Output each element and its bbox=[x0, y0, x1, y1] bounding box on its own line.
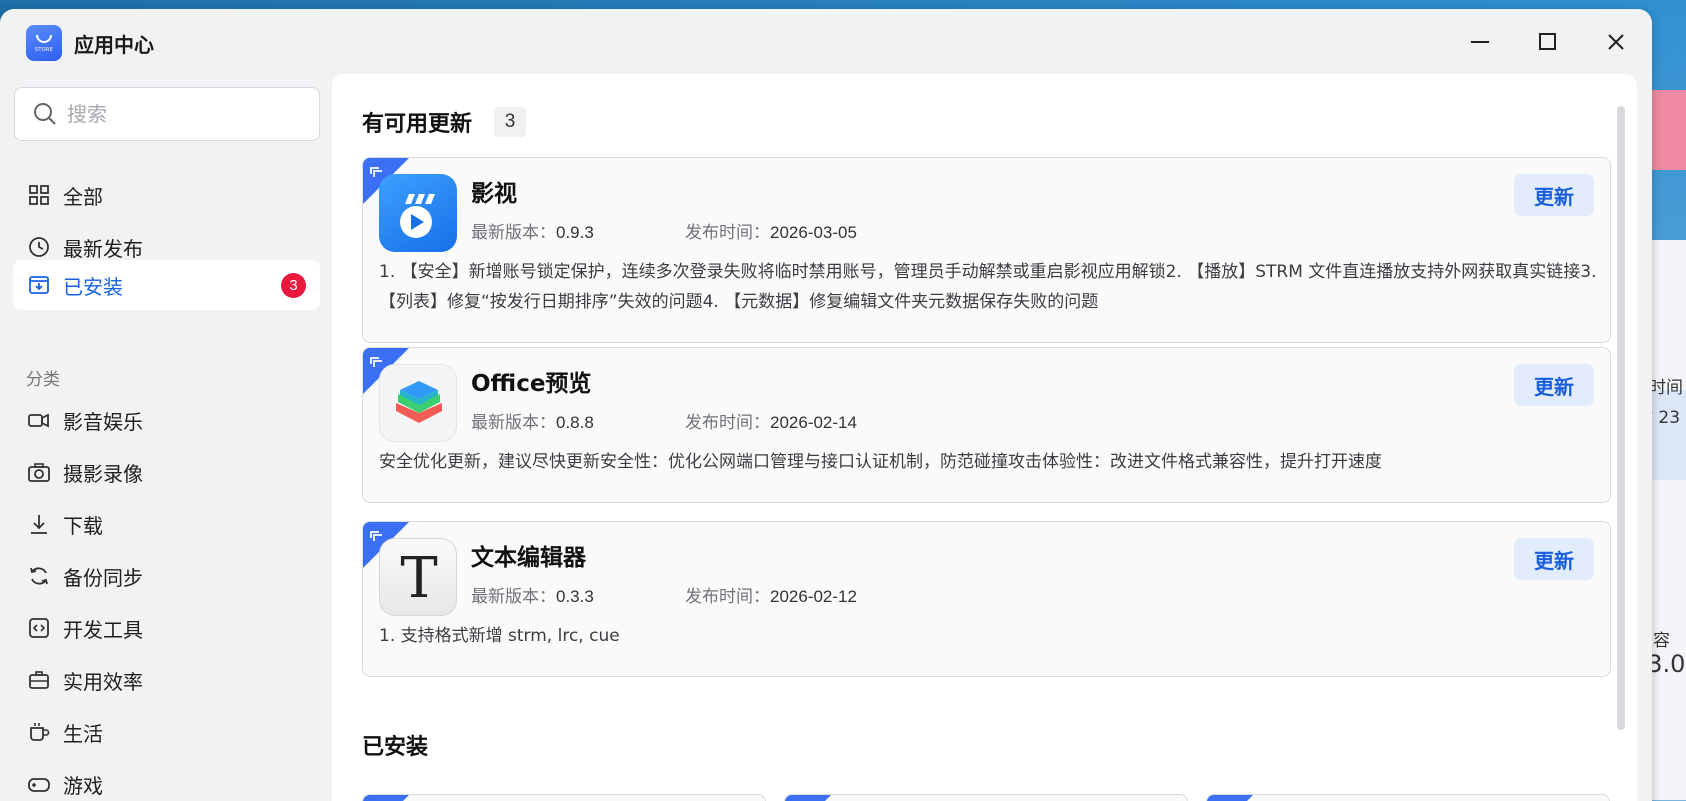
main-content: 有可用更新 3 影视 最新版本：0.9.3 发布时间：2026-03-05 1.… bbox=[332, 74, 1637, 801]
installed-app-card[interactable] bbox=[362, 794, 766, 801]
video-camera-icon bbox=[27, 408, 51, 432]
close-icon bbox=[1608, 34, 1624, 50]
version-info: 最新版本：0.9.3 bbox=[471, 223, 594, 242]
app-name: 影视 bbox=[471, 181, 517, 207]
update-button[interactable]: 更新 bbox=[1514, 364, 1594, 406]
update-description: 1. 支持格式新增 strm, lrc, cue bbox=[379, 626, 620, 646]
update-ribbon-icon bbox=[785, 795, 831, 801]
update-button[interactable]: 更新 bbox=[1514, 538, 1594, 580]
sidebar-item-label: 生活 bbox=[63, 721, 103, 746]
app-center-window: STORE 应用中心 全部 最新发布 bbox=[0, 9, 1652, 801]
sidebar-item-label: 游戏 bbox=[63, 773, 103, 798]
update-description: 安全优化更新，建议尽快更新安全性：优化公网端口管理与接口认证机制，防范碰撞攻击体… bbox=[379, 452, 1382, 472]
sidebar-item-installed[interactable]: 已安装 3 bbox=[13, 260, 320, 310]
search-icon bbox=[34, 103, 56, 125]
gamepad-icon bbox=[27, 772, 51, 796]
sidebar-item-all[interactable]: 全部 bbox=[13, 168, 320, 222]
search-box[interactable] bbox=[14, 87, 320, 141]
app-name: 文本编辑器 bbox=[471, 545, 586, 571]
search-input[interactable] bbox=[67, 102, 297, 126]
release-date: 发布时间：2026-02-14 bbox=[685, 413, 857, 432]
maximize-button[interactable] bbox=[1533, 27, 1563, 57]
update-card: Office预览 最新版本：0.8.8 发布时间：2026-02-14 安全优化… bbox=[362, 347, 1611, 503]
sidebar-item-label: 下载 bbox=[63, 513, 103, 538]
installed-heading: 已安装 bbox=[362, 735, 429, 760]
release-date: 发布时间：2026-03-05 bbox=[685, 223, 857, 242]
sidebar-item-label: 开发工具 bbox=[63, 617, 143, 642]
updates-count: 3 bbox=[494, 107, 526, 137]
cup-icon bbox=[27, 720, 51, 744]
installed-icon bbox=[27, 273, 51, 297]
sync-icon bbox=[27, 564, 51, 588]
camera-icon bbox=[27, 460, 51, 484]
update-card: T 文本编辑器 最新版本：0.3.3 发布时间：2026-02-12 1. 支持… bbox=[362, 521, 1611, 677]
update-description: 1. 【安全】新增账号锁定保护，连续多次登录失败将临时禁用账号，管理员手动解禁或… bbox=[379, 262, 1597, 312]
close-button[interactable] bbox=[1601, 27, 1631, 57]
updates-heading: 有可用更新 bbox=[362, 112, 473, 137]
sidebar-item-label: 已安装 bbox=[63, 274, 123, 299]
sidebar-item-label: 实用效率 bbox=[63, 669, 143, 694]
scrollbar[interactable] bbox=[1617, 106, 1625, 730]
sidebar-item-media[interactable]: 影音娱乐 bbox=[13, 393, 320, 447]
title-bar: STORE 应用中心 bbox=[0, 9, 1652, 75]
window-title: 应用中心 bbox=[74, 33, 154, 57]
svg-text:T: T bbox=[400, 546, 437, 611]
app-name: Office预览 bbox=[471, 371, 592, 397]
sidebar-item-label: 摄影录像 bbox=[63, 461, 143, 486]
sidebar-item-label: 影音娱乐 bbox=[63, 409, 143, 434]
sidebar-item-label: 备份同步 bbox=[63, 565, 143, 590]
sidebar-item-label: 最新发布 bbox=[63, 236, 143, 261]
app-logo-icon: STORE bbox=[26, 25, 62, 61]
text-editor-app-icon: T bbox=[379, 538, 457, 616]
update-button[interactable]: 更新 bbox=[1514, 174, 1594, 216]
sidebar-item-devtools[interactable]: 开发工具 bbox=[13, 601, 320, 655]
release-date: 发布时间：2026-02-12 bbox=[685, 587, 857, 606]
download-icon bbox=[27, 512, 51, 536]
update-card: 影视 最新版本：0.9.3 发布时间：2026-03-05 1. 【安全】新增账… bbox=[362, 157, 1611, 343]
code-icon bbox=[27, 616, 51, 640]
sidebar-item-productivity[interactable]: 实用效率 bbox=[13, 653, 320, 707]
version-info: 最新版本：0.8.8 bbox=[471, 413, 594, 432]
sidebar-item-life[interactable]: 生活 bbox=[13, 705, 320, 759]
sidebar-item-games[interactable]: 游戏 bbox=[13, 757, 320, 801]
briefcase-icon bbox=[27, 668, 51, 692]
sidebar: 全部 最新发布 已安装 3 分类 影音娱乐 摄影录像 bbox=[0, 75, 332, 801]
sidebar-item-label: 全部 bbox=[63, 184, 103, 209]
minimize-button[interactable] bbox=[1465, 27, 1495, 57]
video-app-icon bbox=[379, 174, 457, 252]
installed-count-badge: 3 bbox=[281, 273, 306, 298]
update-ribbon-icon bbox=[1207, 795, 1253, 801]
installed-app-card[interactable] bbox=[1206, 794, 1610, 801]
installed-app-card[interactable] bbox=[784, 794, 1188, 801]
sidebar-item-download[interactable]: 下载 bbox=[13, 497, 320, 551]
office-preview-app-icon bbox=[379, 364, 457, 442]
maximize-icon bbox=[1539, 33, 1556, 50]
sidebar-item-photo[interactable]: 摄影录像 bbox=[13, 445, 320, 499]
update-ribbon-icon bbox=[363, 795, 409, 801]
clock-icon bbox=[27, 235, 51, 259]
sidebar-item-backup[interactable]: 备份同步 bbox=[13, 549, 320, 603]
grid-icon bbox=[27, 183, 51, 207]
minimize-icon bbox=[1471, 41, 1489, 43]
version-info: 最新版本：0.3.3 bbox=[471, 587, 594, 606]
category-heading: 分类 bbox=[26, 370, 60, 390]
